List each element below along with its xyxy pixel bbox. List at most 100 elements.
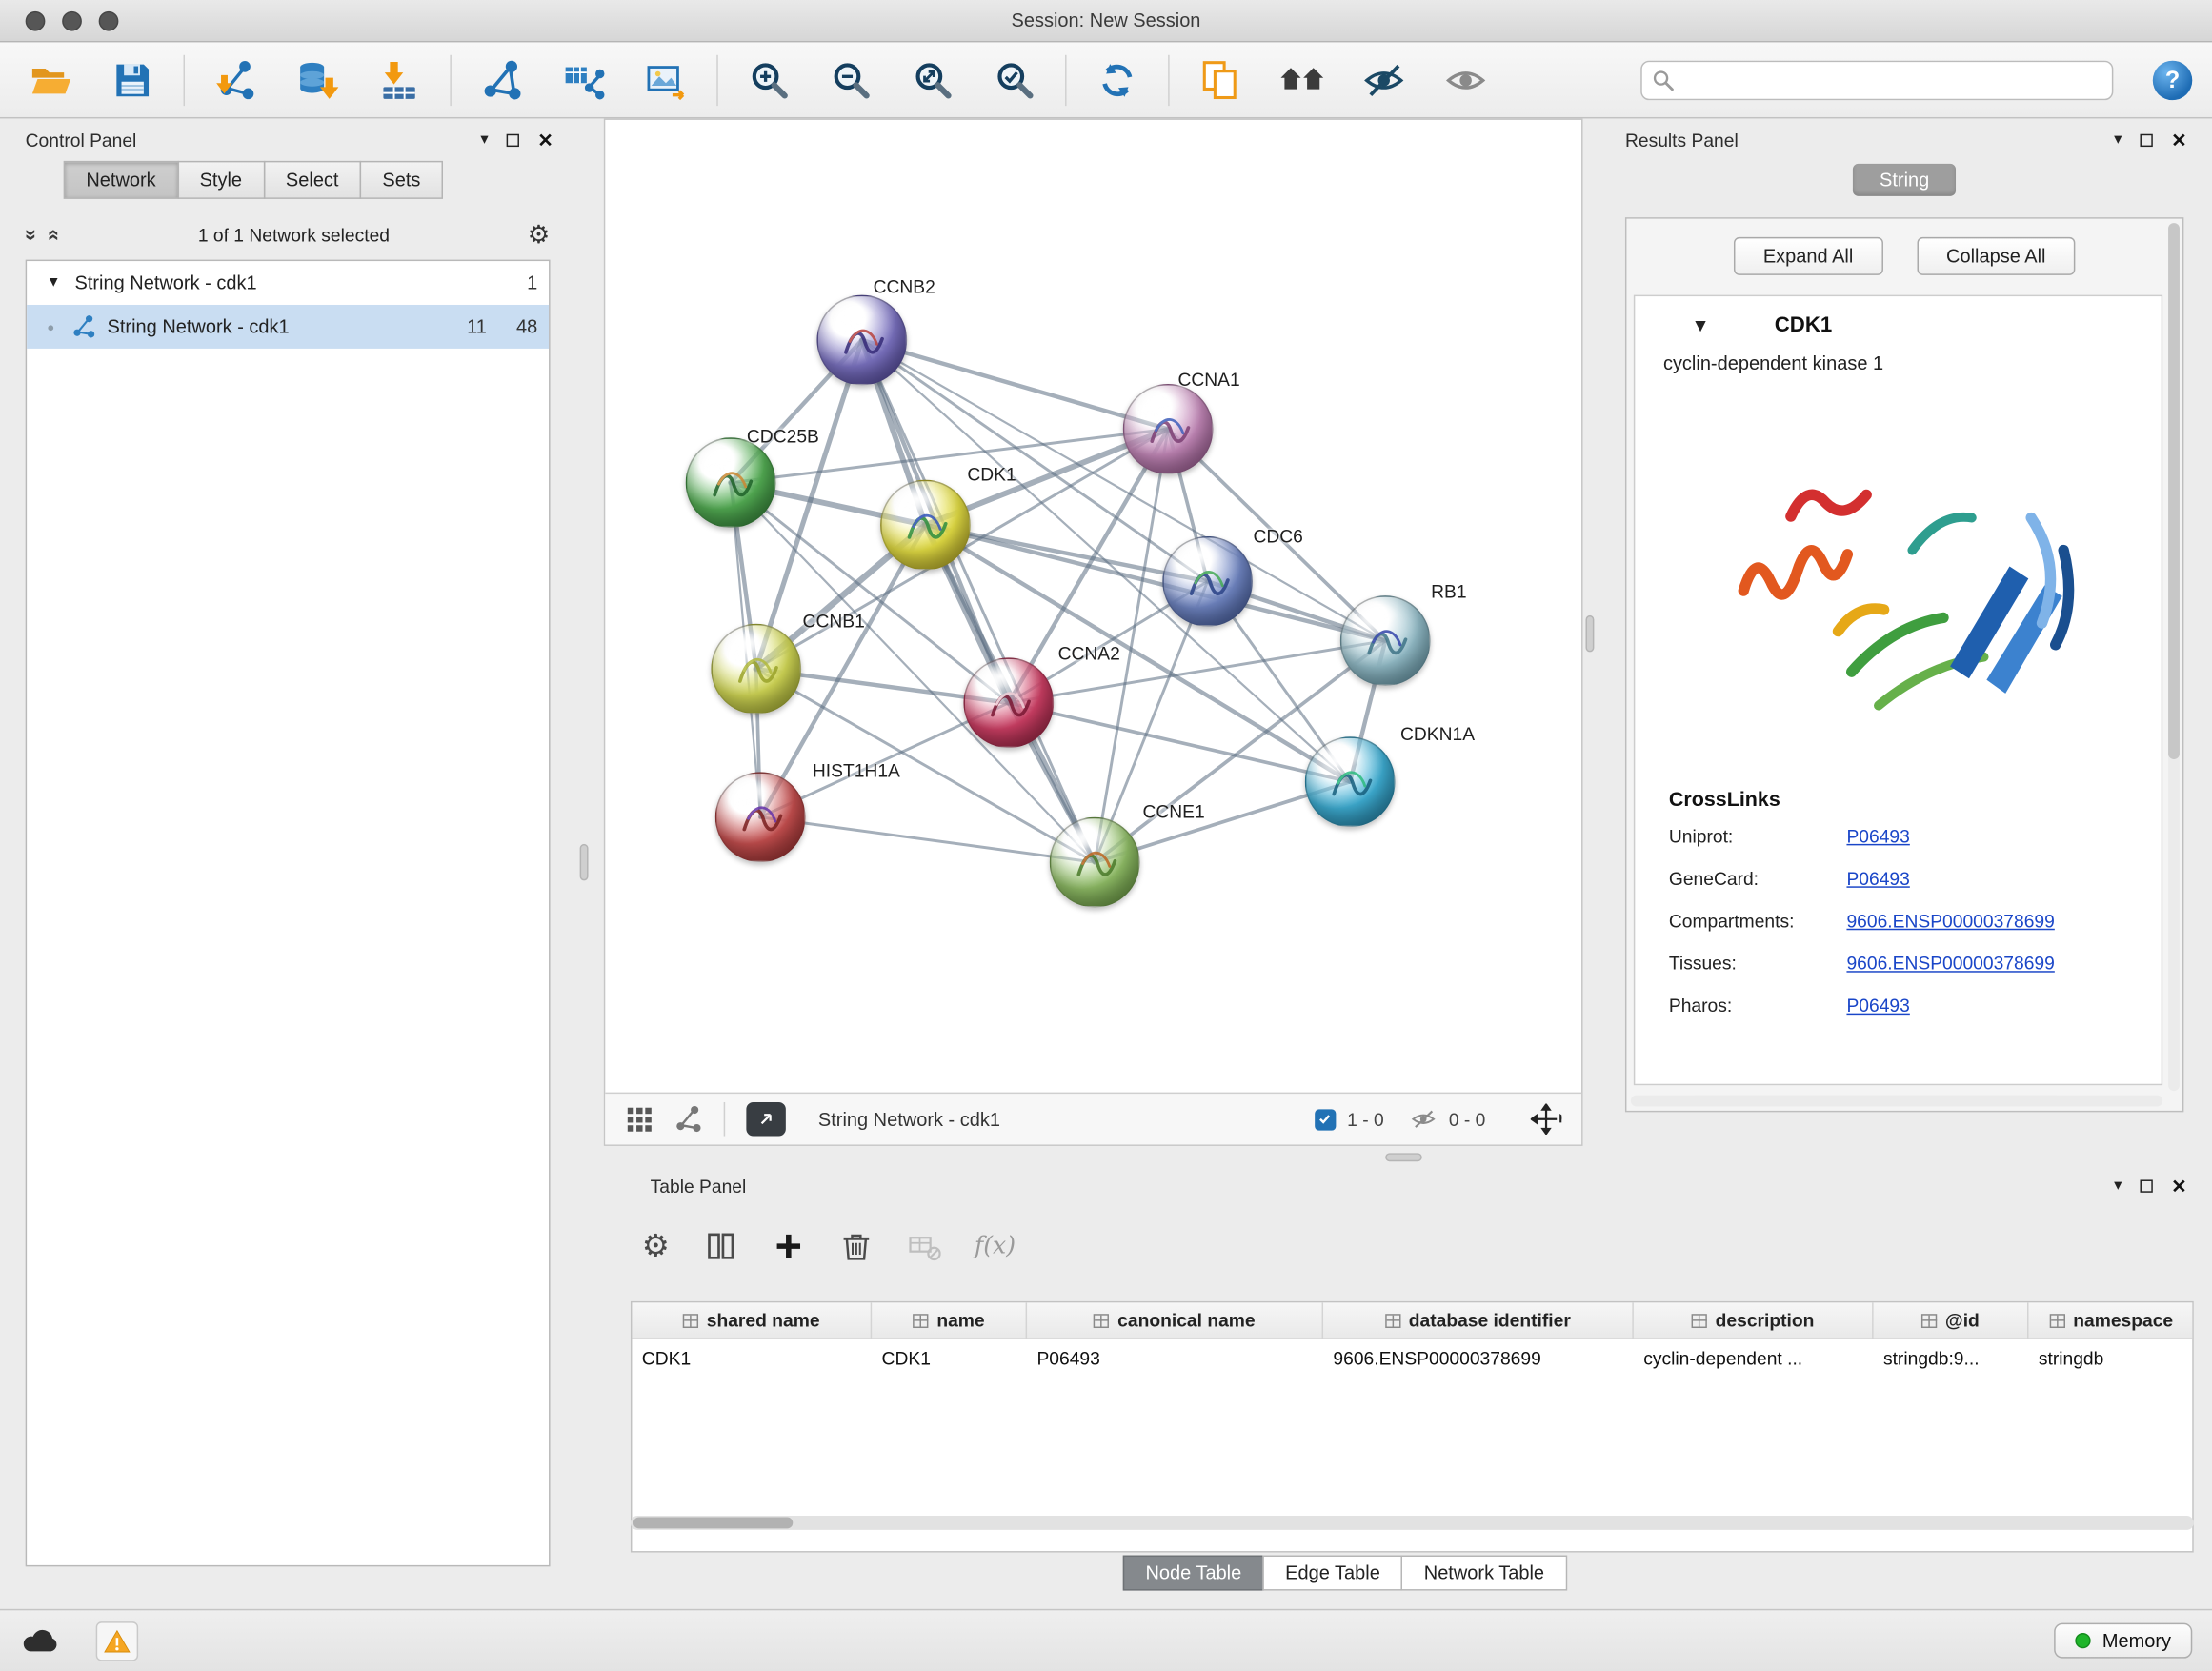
network-from-table-button[interactable] — [553, 50, 615, 110]
table-options-gear-icon[interactable]: ⚙ — [642, 1231, 670, 1262]
crosslink-link[interactable]: 9606.ENSP00000378699 — [1846, 953, 2054, 974]
network-node-CCNE1[interactable] — [1050, 817, 1140, 908]
minimize-window-button[interactable] — [62, 11, 82, 31]
panel-menu-icon[interactable]: ▾ — [2114, 132, 2122, 148]
column-header[interactable]: shared name — [632, 1302, 872, 1338]
help-button[interactable]: ? — [2153, 60, 2192, 99]
zoom-selected-button[interactable] — [983, 50, 1045, 110]
hidden-eye-slash-icon[interactable] — [1409, 1106, 1438, 1132]
float-panel-icon[interactable] — [2141, 133, 2153, 146]
open-session-button[interactable] — [20, 50, 82, 110]
panel-menu-icon[interactable]: ▾ — [480, 132, 488, 148]
bottom-splitter-handle[interactable] — [1385, 1153, 1422, 1161]
zoom-out-button[interactable] — [819, 50, 881, 110]
detach-view-button[interactable] — [746, 1102, 785, 1137]
network-node-CCNA1[interactable] — [1123, 384, 1214, 474]
tab-node-table[interactable]: Node Table — [1123, 1556, 1264, 1591]
float-panel-icon[interactable] — [507, 133, 519, 146]
grid-view-icon[interactable] — [625, 1105, 654, 1134]
network-node-label: CDK1 — [967, 464, 1016, 485]
close-panel-icon[interactable]: ✕ — [2171, 1177, 2186, 1195]
tab-string[interactable]: String — [1853, 164, 1957, 196]
network-edge[interactable] — [925, 525, 1385, 640]
new-network-button[interactable] — [472, 50, 533, 110]
results-horizontal-scrollbar[interactable] — [1631, 1096, 2162, 1107]
right-splitter-handle[interactable] — [1585, 615, 1594, 653]
tab-network[interactable]: Network — [64, 161, 179, 199]
node-table: shared namenamecanonical namedatabase id… — [631, 1301, 2194, 1553]
results-vertical-scrollbar[interactable] — [2168, 223, 2180, 1091]
import-table-button[interactable] — [369, 50, 431, 110]
network-options-gear-icon[interactable]: ⚙ — [528, 222, 551, 248]
refresh-button[interactable] — [1086, 50, 1148, 110]
crosslink-link[interactable]: P06493 — [1846, 826, 1909, 847]
network-row[interactable]: ● String Network - cdk1 11 48 — [27, 305, 549, 349]
hide-graphics-details-button[interactable] — [1353, 50, 1415, 110]
warnings-button[interactable] — [96, 1621, 138, 1660]
crosslink-link[interactable]: P06493 — [1846, 868, 1909, 889]
column-header[interactable]: database identifier — [1323, 1302, 1634, 1338]
network-edge[interactable] — [1009, 703, 1350, 782]
crosslink-link[interactable]: 9606.ENSP00000378699 — [1846, 911, 2054, 932]
network-node-CCNB1[interactable] — [711, 624, 801, 715]
network-node-CDC6[interactable] — [1162, 536, 1253, 627]
selected-nodes-checkbox-icon[interactable] — [1315, 1109, 1336, 1130]
network-node-HIST1H1A[interactable] — [715, 772, 806, 862]
expand-all-networks-icon[interactable]: « — [42, 229, 66, 240]
collection-expand-caret-icon[interactable]: ▼ — [47, 275, 67, 291]
network-canvas[interactable]: CCNB2CCNA1CDC25BCDK1CDC6RB1CCNB1CCNA2CDK… — [605, 120, 1581, 1093]
network-node-RB1[interactable] — [1340, 595, 1431, 686]
network-node-CDKN1A[interactable] — [1305, 736, 1396, 827]
network-node-CDC25B[interactable] — [686, 437, 776, 528]
float-panel-icon[interactable] — [2141, 1179, 2153, 1192]
network-node-CDK1[interactable] — [880, 480, 971, 571]
tab-sets[interactable]: Sets — [360, 161, 443, 199]
delete-column-trash-icon[interactable] — [839, 1229, 874, 1263]
network-node-CCNA2[interactable] — [963, 657, 1054, 748]
collapse-all-button[interactable]: Collapse All — [1917, 237, 2076, 275]
left-splitter-handle[interactable] — [580, 844, 589, 881]
create-column-plus-icon[interactable] — [772, 1229, 806, 1263]
network-node-CCNB2[interactable] — [816, 295, 907, 386]
column-header[interactable]: canonical name — [1027, 1302, 1323, 1338]
import-table-from-database-button[interactable] — [287, 50, 349, 110]
tab-network-table[interactable]: Network Table — [1401, 1556, 1567, 1591]
scrollbar-thumb[interactable] — [633, 1518, 793, 1529]
network-edge[interactable] — [862, 340, 1168, 429]
tab-style[interactable]: Style — [177, 161, 265, 199]
network-view-icon[interactable] — [674, 1105, 703, 1134]
memory-button[interactable]: Memory — [2054, 1623, 2192, 1659]
tab-edge-table[interactable]: Edge Table — [1262, 1556, 1402, 1591]
network-collection-row[interactable]: ▼ String Network - cdk1 1 — [27, 261, 549, 305]
close-panel-icon[interactable]: ✕ — [537, 131, 553, 149]
tab-select[interactable]: Select — [263, 161, 361, 199]
column-header[interactable]: name — [872, 1302, 1027, 1338]
crosslink-link[interactable]: P06493 — [1846, 995, 1909, 1016]
show-graphics-details-button[interactable] — [1435, 50, 1497, 110]
cloud-icon[interactable] — [20, 1625, 65, 1657]
column-header[interactable]: @id — [1874, 1302, 2029, 1338]
search-input[interactable] — [1640, 60, 2113, 99]
import-network-button[interactable] — [205, 50, 267, 110]
export-image-button[interactable] — [634, 50, 696, 110]
collapse-protein-caret-icon[interactable]: ▼ — [1692, 315, 1710, 333]
column-header[interactable]: description — [1634, 1302, 1874, 1338]
collapse-all-networks-icon[interactable]: » — [19, 229, 43, 240]
save-session-button[interactable] — [102, 50, 164, 110]
overview-button[interactable] — [1271, 50, 1333, 110]
zoom-fit-button[interactable] — [901, 50, 963, 110]
column-header[interactable]: namespace — [2028, 1302, 2193, 1338]
panel-menu-icon[interactable]: ▾ — [2114, 1178, 2122, 1193]
close-panel-icon[interactable]: ✕ — [2171, 131, 2186, 149]
zoom-window-button[interactable] — [99, 11, 119, 31]
show-columns-icon[interactable] — [704, 1229, 738, 1263]
network-edge[interactable] — [862, 340, 1095, 862]
close-window-button[interactable] — [26, 11, 46, 31]
network-edge[interactable] — [760, 817, 1095, 862]
pan-crosshair-icon[interactable] — [1531, 1103, 1562, 1135]
table-row[interactable]: CDK1CDK1P064939606.ENSP00000378699cyclin… — [632, 1339, 2192, 1378]
zoom-in-button[interactable] — [737, 50, 799, 110]
annotations-button[interactable] — [1189, 50, 1251, 110]
expand-all-button[interactable]: Expand All — [1734, 237, 1883, 275]
table-horizontal-scrollbar[interactable] — [631, 1516, 2194, 1530]
